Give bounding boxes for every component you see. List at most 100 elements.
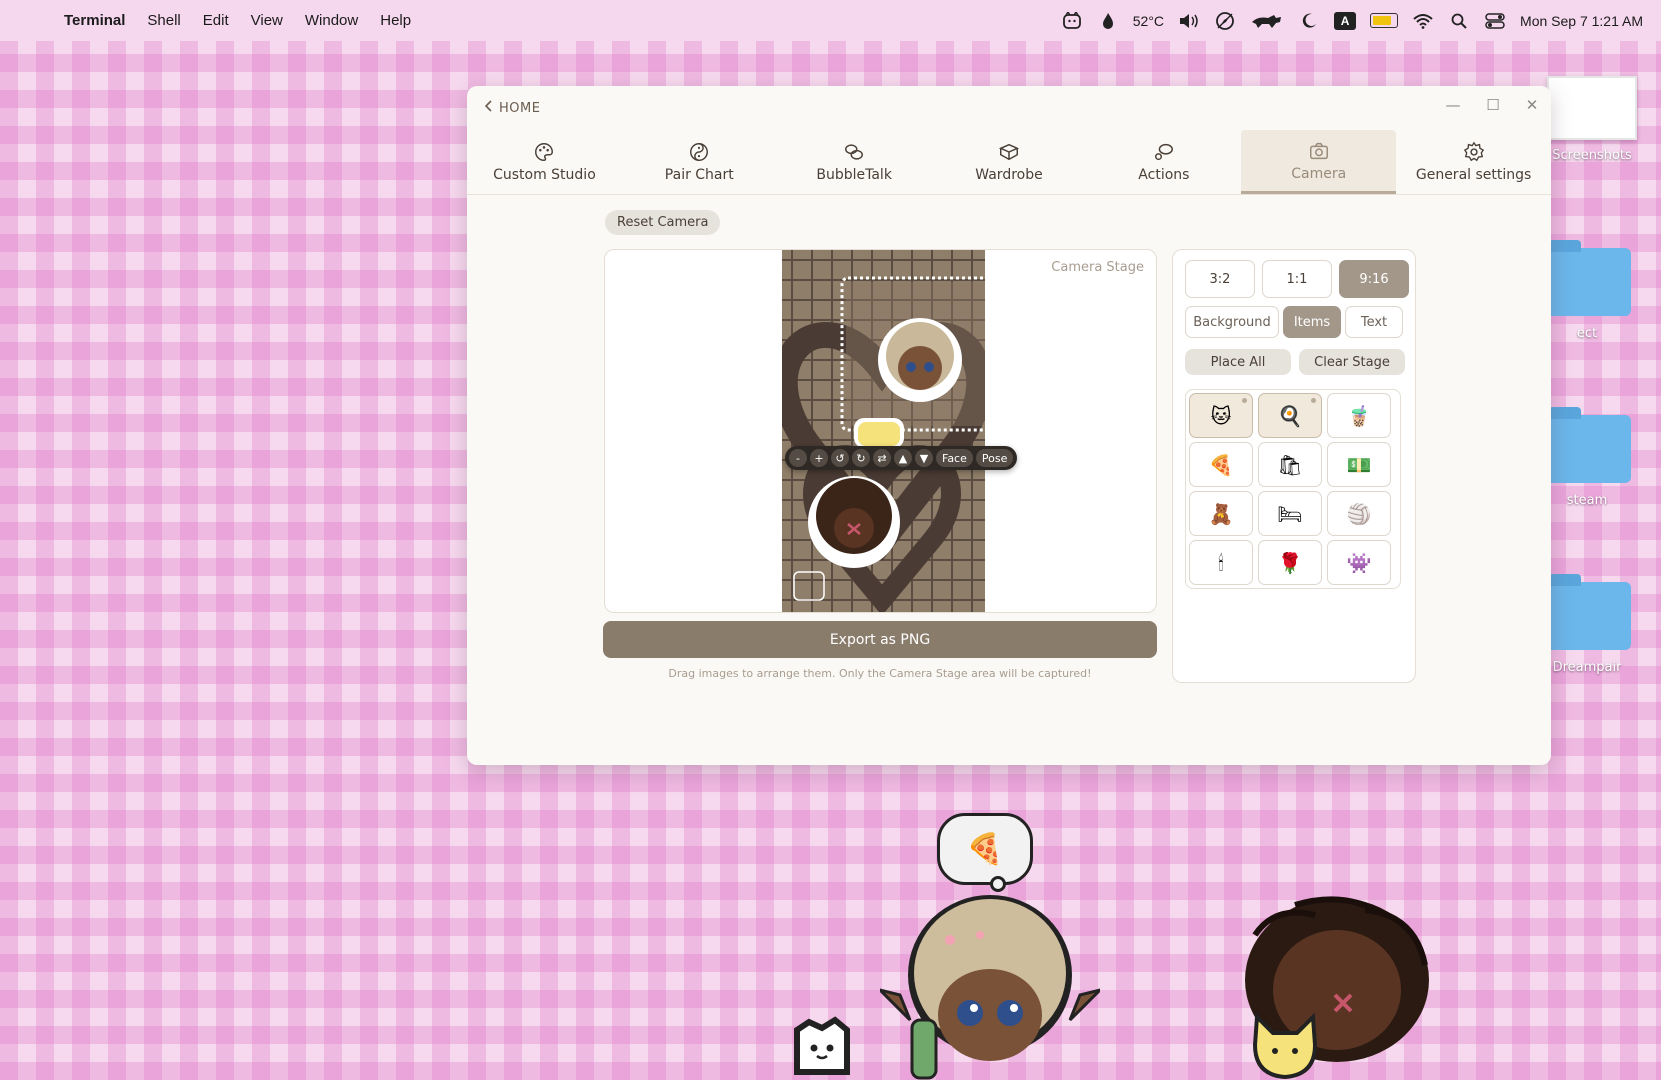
- send-backward-button[interactable]: ▼: [915, 449, 933, 467]
- clock[interactable]: Mon Sep 7 1:21 AM: [1520, 13, 1643, 29]
- item-ball[interactable]: 🏐: [1327, 491, 1391, 536]
- item-egg[interactable]: 🍳: [1258, 393, 1322, 438]
- item-cookie-bear[interactable]: 🧸: [1189, 491, 1253, 536]
- ratio-9-16-button[interactable]: 9:16: [1339, 260, 1409, 298]
- menu-view[interactable]: View: [251, 12, 283, 29]
- desktop-item-screenshots[interactable]: Screenshots: [1537, 76, 1647, 163]
- tab-actions[interactable]: Actions: [1086, 130, 1241, 194]
- menu-edit[interactable]: Edit: [203, 12, 229, 29]
- pizza-icon: 🍕: [966, 831, 1004, 867]
- tab-camera[interactable]: Camera: [1241, 130, 1397, 194]
- tab-custom-studio[interactable]: Custom Studio: [467, 130, 622, 194]
- desktop-pet-ghost[interactable]: [787, 1010, 857, 1080]
- camera-stage[interactable]: Camera Stage - + ↺ ↻ ⇄ ▲ ▼ Face Pose: [604, 249, 1157, 613]
- character-sticker-dreads[interactable]: [808, 476, 900, 568]
- gear-icon: [1463, 141, 1484, 162]
- tab-label: Custom Studio: [493, 167, 596, 183]
- tab-label: General settings: [1415, 167, 1532, 183]
- tab-label: BubbleTalk: [816, 167, 892, 183]
- temperature-icon[interactable]: [1097, 11, 1119, 31]
- input-source-icon[interactable]: A: [1334, 11, 1357, 30]
- tab-bubbletalk[interactable]: BubbleTalk: [777, 130, 932, 194]
- clear-stage-button[interactable]: Clear Stage: [1299, 349, 1405, 375]
- item-rose[interactable]: 🌹: [1258, 540, 1322, 585]
- camera-stage-label: Camera Stage: [1051, 260, 1144, 275]
- thought-bubble[interactable]: 🍕: [937, 813, 1033, 885]
- nav-divider: [467, 194, 1551, 195]
- maximize-button[interactable]: ☐: [1482, 94, 1504, 116]
- item-pizza[interactable]: 🍕: [1189, 442, 1253, 487]
- control-center-icon[interactable]: [1484, 11, 1506, 31]
- stage-canvas[interactable]: [782, 250, 985, 612]
- character-sticker-blonde[interactable]: [878, 318, 962, 402]
- layer-tabs: Background Items Text: [1185, 306, 1403, 338]
- tab-items[interactable]: Items: [1283, 306, 1341, 338]
- menu-window[interactable]: Window: [305, 12, 358, 29]
- menu-help[interactable]: Help: [380, 12, 411, 29]
- rotate-left-button[interactable]: ↺: [831, 449, 849, 467]
- hanger-icon: [998, 143, 1020, 161]
- tab-wardrobe[interactable]: Wardrobe: [932, 130, 1087, 194]
- tab-general-settings[interactable]: General settings: [1396, 130, 1551, 194]
- pet-app-icon[interactable]: [1061, 11, 1083, 31]
- tab-background[interactable]: Background: [1185, 306, 1279, 338]
- camera-icon: [1309, 142, 1328, 159]
- ball-icon: 🏐: [1346, 501, 1372, 526]
- home-label: HOME: [499, 100, 541, 116]
- desktop-item-label: Screenshots: [1552, 148, 1632, 163]
- item-lamp[interactable]: 🕯: [1189, 540, 1253, 585]
- item-bed[interactable]: 🛏: [1258, 491, 1322, 536]
- compass-icon[interactable]: [1214, 11, 1236, 31]
- ratio-3-2-button[interactable]: 3:2: [1185, 260, 1255, 298]
- zoom-out-button[interactable]: -: [789, 449, 807, 467]
- item-cat[interactable]: 🐱: [1189, 393, 1253, 438]
- place-all-button[interactable]: Place All: [1185, 349, 1291, 375]
- egg-icon: 🍳: [1277, 403, 1303, 428]
- apple-menu-icon[interactable]: [22, 11, 40, 31]
- aspect-ratio-group: 3:2 1:1 9:16: [1185, 260, 1409, 298]
- tab-label: Pair Chart: [664, 167, 734, 183]
- cat-sticker[interactable]: [854, 418, 904, 448]
- cookie-bear-icon: 🧸: [1208, 501, 1234, 526]
- volume-icon[interactable]: [1178, 11, 1200, 31]
- battery-icon[interactable]: [1370, 13, 1399, 28]
- pose-button[interactable]: Pose: [975, 449, 1014, 467]
- item-ghost[interactable]: 👾: [1327, 540, 1391, 585]
- cat-icon: 🐱: [1210, 403, 1232, 428]
- home-back-link[interactable]: HOME: [484, 100, 541, 116]
- items-grid: 🐱 🍳 🧋 🍕 🛍 💵 🧸 🛏 🏐 🕯 🌹 👾: [1185, 389, 1401, 589]
- desktop-pet-blonde[interactable]: [880, 895, 1100, 1080]
- window-header: HOME — ☐ ✕: [467, 86, 1551, 130]
- wifi-icon[interactable]: [1412, 11, 1434, 31]
- desktop-pet-dreads[interactable]: [1235, 895, 1440, 1080]
- face-button[interactable]: Face: [936, 449, 973, 467]
- menu-shell[interactable]: Shell: [147, 12, 180, 29]
- bring-forward-button[interactable]: ▲: [894, 449, 912, 467]
- reset-camera-button[interactable]: Reset Camera: [605, 210, 721, 235]
- money-icon: 💵: [1346, 452, 1372, 477]
- spotlight-search-icon[interactable]: [1448, 11, 1470, 31]
- folder-icon: [1543, 240, 1631, 316]
- minimize-button[interactable]: —: [1442, 94, 1464, 116]
- ratio-1-1-button[interactable]: 1:1: [1262, 260, 1332, 298]
- close-button[interactable]: ✕: [1521, 94, 1543, 116]
- chevron-left-icon: [484, 100, 493, 116]
- item-money[interactable]: 💵: [1327, 442, 1391, 487]
- stage-background: [782, 250, 985, 612]
- stage-actions: Place All Clear Stage: [1185, 349, 1405, 375]
- camera-options-panel: 3:2 1:1 9:16 Background Items Text Place…: [1172, 249, 1416, 683]
- tab-text[interactable]: Text: [1345, 306, 1403, 338]
- rotate-right-button[interactable]: ↻: [852, 449, 870, 467]
- item-trash-bag[interactable]: 🛍: [1258, 442, 1322, 487]
- stage-hint: Drag images to arrange them. Only the Ca…: [668, 667, 1092, 680]
- tab-pair-chart[interactable]: Pair Chart: [622, 130, 777, 194]
- flip-button[interactable]: ⇄: [873, 449, 891, 467]
- export-png-button[interactable]: Export as PNG: [603, 621, 1157, 658]
- rose-icon: 🌹: [1277, 550, 1303, 575]
- menu-app-terminal[interactable]: Terminal: [64, 12, 125, 29]
- folder-icon: [1543, 407, 1631, 483]
- moon-icon[interactable]: [1298, 11, 1320, 31]
- runcat-icon[interactable]: [1250, 11, 1284, 31]
- zoom-in-button[interactable]: +: [810, 449, 828, 467]
- item-drink[interactable]: 🧋: [1327, 393, 1391, 438]
